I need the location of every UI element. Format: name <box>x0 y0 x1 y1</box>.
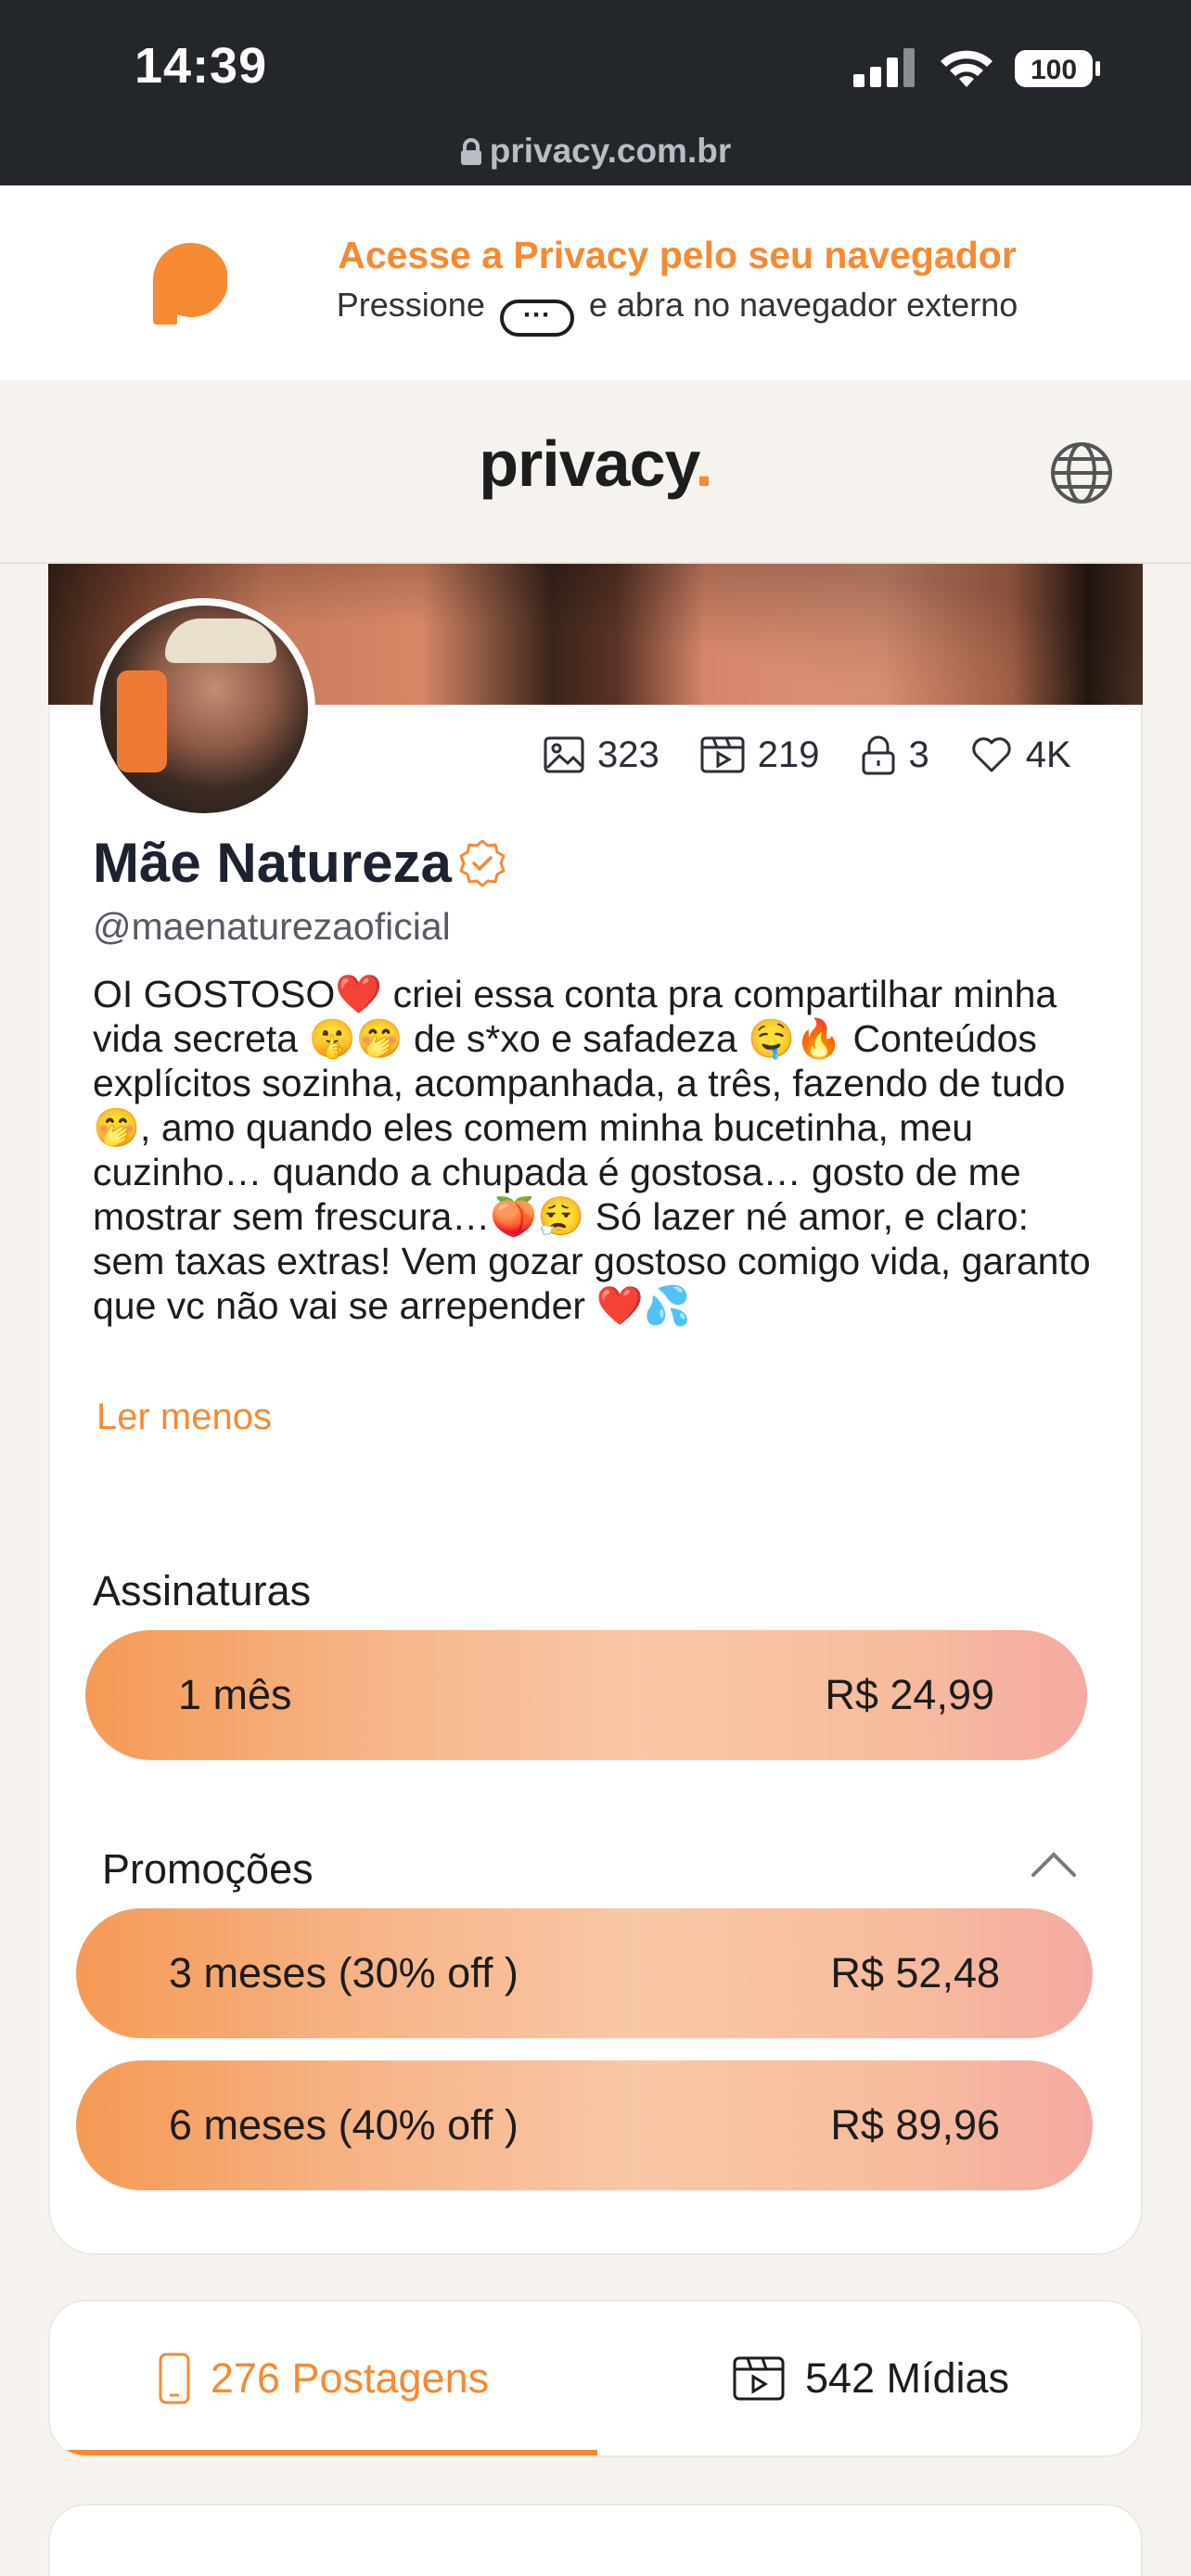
open-in-browser-banner[interactable]: Acesse a Privacy pelo seu navegador Pres… <box>0 185 1191 380</box>
tab-media[interactable]: 542 Mídias <box>597 2302 1141 2455</box>
plan-price: R$ 89,96 <box>830 2101 1000 2149</box>
video-icon <box>700 736 745 773</box>
stat-locked: 3 <box>861 734 929 776</box>
tab-media-label: 542 Mídias <box>804 2354 1010 2402</box>
promotions-title: Promoções <box>102 1845 314 1893</box>
status-bar: 14:39 100 privacy.com.br <box>0 0 1191 185</box>
subscription-plan-1-month[interactable]: 1 mês R$ 24,99 <box>85 1630 1087 1760</box>
profile-stats: 323 219 3 4K <box>544 727 1071 783</box>
stat-images: 323 <box>544 734 660 776</box>
privacy-logo-icon <box>153 243 227 325</box>
globe-icon[interactable] <box>1050 441 1113 504</box>
plan-label: 3 meses (30% off ) <box>169 1949 519 1996</box>
verified-badge-icon <box>459 839 506 886</box>
plan-label: 1 mês <box>178 1671 292 1718</box>
more-options-icon: ··· <box>499 300 574 337</box>
battery-icon: 100 <box>1015 50 1100 87</box>
plan-label: 6 meses (40% off ) <box>169 2101 519 2149</box>
wifi-icon <box>941 50 992 87</box>
tab-posts-label: 276 Postagens <box>210 2354 490 2402</box>
padlock-icon <box>862 735 894 775</box>
stat-videos: 219 <box>700 734 820 776</box>
tab-posts[interactable]: 276 Postagens <box>50 2302 597 2455</box>
url-bar[interactable]: privacy.com.br <box>0 132 1191 171</box>
svg-text:100: 100 <box>1031 55 1077 85</box>
site-header: privacy. <box>0 380 1191 564</box>
plan-price: R$ 52,48 <box>830 1949 1000 1996</box>
content-tabs: 276 Postagens 542 Mídias <box>48 2300 1143 2457</box>
banner-subtitle: Pressione ··· e abra no navegador extern… <box>278 286 1076 337</box>
active-tab-indicator <box>50 2450 597 2455</box>
heart-icon <box>972 737 1011 772</box>
profile-handle: @maenaturezaoficial <box>93 905 451 948</box>
avatar[interactable] <box>93 598 315 821</box>
phone-icon <box>159 2353 190 2404</box>
media-icon <box>733 2356 785 2401</box>
profile-bio: OI GOSTOSO❤️ criei essa conta pra compar… <box>93 973 1091 1327</box>
signal-icon <box>853 48 915 87</box>
post-card <box>48 2504 1143 2576</box>
chevron-up-icon[interactable] <box>1030 1847 1078 1879</box>
image-icon <box>544 736 584 773</box>
profile-name: Mãe Natureza <box>93 831 507 895</box>
page: 14:39 100 privacy.com.br Acesse a Privac… <box>0 0 1191 2576</box>
lock-icon <box>460 138 481 165</box>
read-less-link[interactable]: Ler menos <box>96 1396 272 1438</box>
promotion-plan-6-months[interactable]: 6 meses (40% off ) R$ 89,96 <box>76 2060 1093 2190</box>
banner-title: Acesse a Privacy pelo seu navegador <box>338 234 1017 276</box>
status-time: 14:39 <box>134 38 268 94</box>
subscriptions-title: Assinaturas <box>93 1567 312 1614</box>
plan-price: R$ 24,99 <box>825 1671 994 1718</box>
stat-likes: 4K <box>970 734 1071 776</box>
brand-logo[interactable]: privacy. <box>0 427 1191 501</box>
url-text: privacy.com.br <box>489 132 732 170</box>
promotion-plan-3-months[interactable]: 3 meses (30% off ) R$ 52,48 <box>76 1908 1093 2038</box>
